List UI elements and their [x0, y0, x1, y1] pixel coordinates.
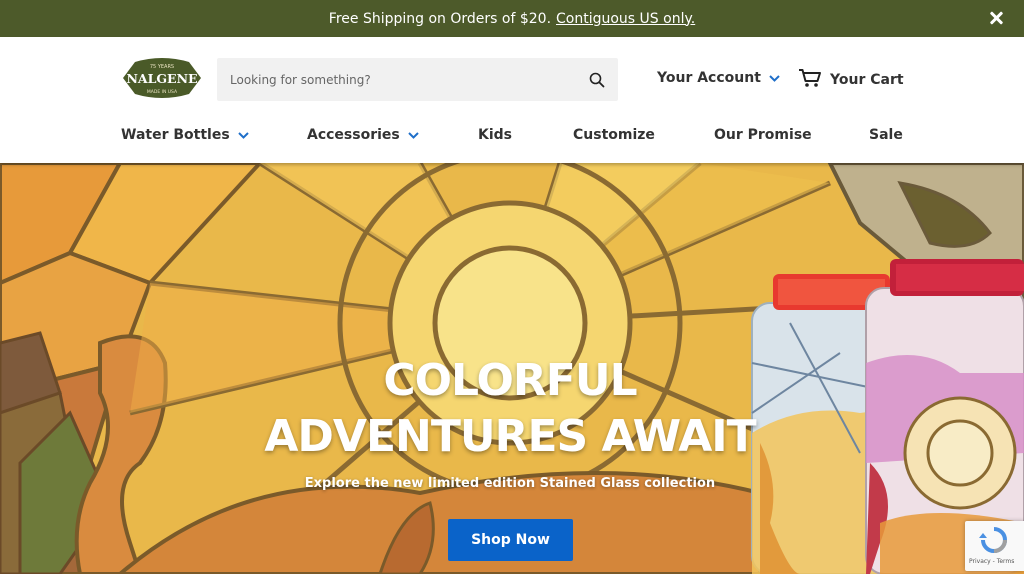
announcement-text: Free Shipping on Orders of $20.	[328, 10, 552, 27]
nav-sale[interactable]: Sale	[869, 127, 903, 143]
recaptcha-text: Privacy - Terms	[969, 558, 1015, 565]
nav-customize[interactable]: Customize	[573, 127, 655, 143]
chevron-down-icon	[769, 70, 780, 86]
announcement-link[interactable]: Contiguous US only.	[556, 11, 695, 27]
svg-text:75 YEARS: 75 YEARS	[150, 64, 174, 70]
cart-icon	[798, 68, 830, 92]
nav-label: Our Promise	[714, 127, 812, 143]
nav-label: Customize	[573, 127, 655, 143]
nav-our-promise[interactable]: Our Promise	[714, 127, 812, 143]
nav-water-bottles[interactable]: Water Bottles	[121, 127, 249, 143]
nav-label: Water Bottles	[121, 127, 230, 143]
hero-banner: COLORFUL ADVENTURES AWAIT Explore the ne…	[0, 163, 1024, 574]
cart-link[interactable]: Your Cart	[798, 68, 904, 92]
nav-label: Kids	[478, 127, 513, 143]
chevron-down-icon	[408, 127, 419, 143]
nav-label: Accessories	[307, 127, 400, 143]
announcement-bar: Free Shipping on Orders of $20. Contiguo…	[0, 0, 1024, 37]
search-bar	[217, 58, 618, 101]
search-input[interactable]	[217, 58, 576, 101]
search-icon[interactable]	[576, 58, 618, 101]
close-icon[interactable]	[986, 8, 1006, 28]
shop-now-button[interactable]: Shop Now	[448, 519, 573, 561]
chevron-down-icon	[237, 127, 249, 143]
account-menu[interactable]: Your Account	[657, 70, 780, 86]
logo-badge: 75 YEARS NALGENE MADE IN USA	[123, 58, 201, 98]
hero-subtitle: Explore the new limited edition Stained …	[304, 476, 716, 491]
nalgene-logo[interactable]: 75 YEARS NALGENE MADE IN USA	[121, 56, 203, 100]
svg-text:NALGENE: NALGENE	[126, 71, 197, 86]
site-header: 75 YEARS NALGENE MADE IN USA Your Accoun…	[0, 37, 1024, 163]
account-label: Your Account	[657, 70, 761, 86]
recaptcha-badge[interactable]: Privacy - Terms	[965, 521, 1024, 571]
svg-text:MADE IN USA: MADE IN USA	[147, 89, 178, 95]
hero-title-line1: COLORFUL	[383, 355, 637, 406]
nav-kids[interactable]: Kids	[478, 127, 512, 143]
nav-label: Sale	[869, 127, 903, 143]
hero-title-line2: ADVENTURES AWAIT	[264, 411, 756, 462]
nav-accessories[interactable]: Accessories	[307, 127, 419, 143]
cart-label: Your Cart	[830, 72, 904, 88]
